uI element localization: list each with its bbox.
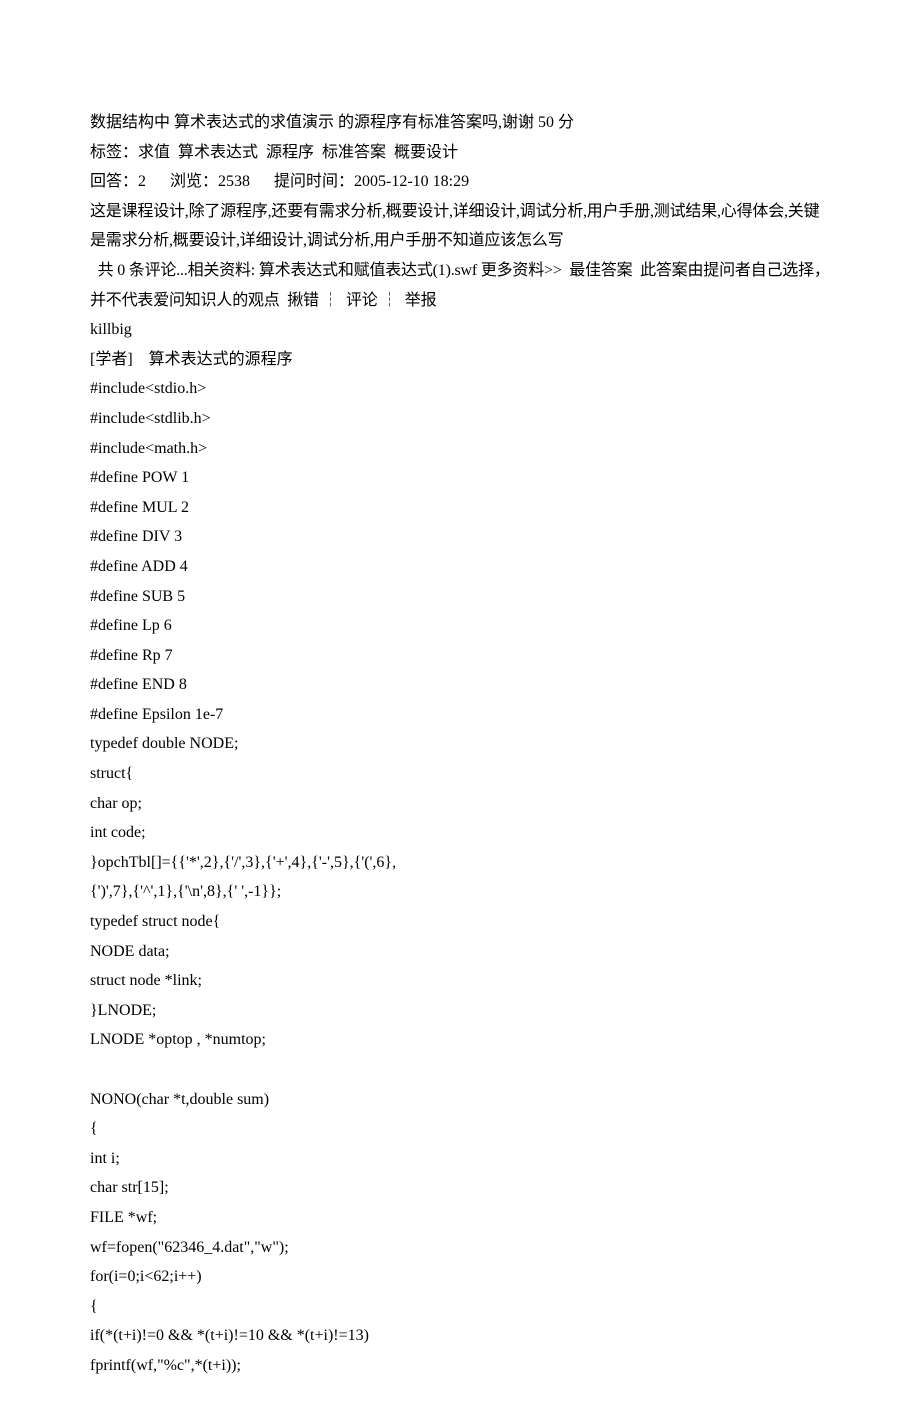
username: killbig	[90, 315, 830, 345]
code-line: char op;	[90, 789, 830, 819]
code-line: fprintf(wf,"%c",*(t+i));	[90, 1351, 830, 1381]
code-line: #define SUB 5	[90, 582, 830, 612]
code-line: if(*(t+i)!=0 && *(t+i)!=10 && *(t+i)!=13…	[90, 1321, 830, 1351]
code-line: #include<stdlib.h>	[90, 404, 830, 434]
code-line: int i;	[90, 1144, 830, 1174]
code-line: #define ADD 4	[90, 552, 830, 582]
code-line: #define DIV 3	[90, 522, 830, 552]
code-line: struct node *link;	[90, 966, 830, 996]
code-line: typedef double NODE;	[90, 729, 830, 759]
role-title: [学者] 算术表达式的源程序	[90, 345, 830, 375]
code-line: #define Epsilon 1e-7	[90, 700, 830, 730]
document-page: 数据结构中 算术表达式的求值演示 的源程序有标准答案吗,谢谢 50 分 标签：求…	[0, 0, 920, 1421]
code-line: #include<stdio.h>	[90, 374, 830, 404]
blank-line	[90, 1055, 830, 1085]
code-line: struct{	[90, 759, 830, 789]
code-line: for(i=0;i<62;i++)	[90, 1262, 830, 1292]
code-line: FILE *wf;	[90, 1203, 830, 1233]
question-title: 数据结构中 算术表达式的求值演示 的源程序有标准答案吗,谢谢 50 分	[90, 108, 830, 138]
code-line: {	[90, 1114, 830, 1144]
code-line: int code;	[90, 818, 830, 848]
code-line: {	[90, 1292, 830, 1322]
code-line: #include<math.h>	[90, 434, 830, 464]
code-line: {')',7},{'^',1},{'\n',8},{' ',-1}};	[90, 877, 830, 907]
code-line: #define POW 1	[90, 463, 830, 493]
code-line: }LNODE;	[90, 996, 830, 1026]
answer-meta: 共 0 条评论...相关资料: 算术表达式和赋值表达式(1).swf 更多资料>…	[90, 256, 830, 315]
code-line: #define Rp 7	[90, 641, 830, 671]
code-line: #define END 8	[90, 670, 830, 700]
code-line: char str[15];	[90, 1173, 830, 1203]
code-line: }opchTbl[]={{'*',2},{'/',3},{'+',4},{'-'…	[90, 848, 830, 878]
code-line: typedef struct node{	[90, 907, 830, 937]
code-line: NODE data;	[90, 937, 830, 967]
code-line: #define Lp 6	[90, 611, 830, 641]
meta-line: 回答：2 浏览：2538 提问时间：2005-12-10 18:29	[90, 167, 830, 197]
code-line: NONO(char *t,double sum)	[90, 1085, 830, 1115]
question-body: 这是课程设计,除了源程序,还要有需求分析,概要设计,详细设计,调试分析,用户手册…	[90, 197, 830, 256]
code-line: LNODE *optop , *numtop;	[90, 1025, 830, 1055]
code-line: #define MUL 2	[90, 493, 830, 523]
tags-line: 标签：求值 算术表达式 源程序 标准答案 概要设计	[90, 138, 830, 168]
code-line: wf=fopen("62346_4.dat","w");	[90, 1233, 830, 1263]
